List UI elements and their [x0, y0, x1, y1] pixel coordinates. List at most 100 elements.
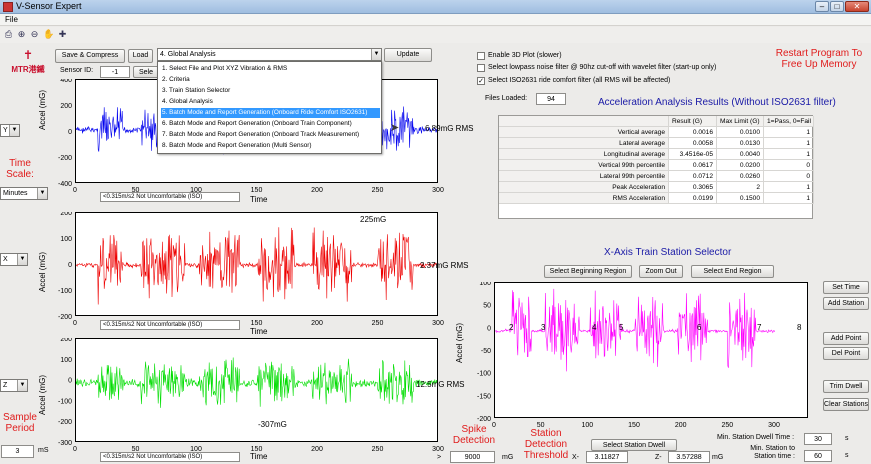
station-marker[interactable]: 6 [697, 323, 702, 332]
results-row-label: RMS Acceleration [499, 193, 669, 204]
axis-select-bottom[interactable]: Z ▼ [0, 379, 28, 392]
zoom-in-icon[interactable]: ⊕ [16, 29, 27, 40]
close-button[interactable]: ✕ [845, 1, 869, 12]
results-value: 0.0617 [669, 160, 717, 171]
zoom-out-icon[interactable]: ⊖ [29, 29, 40, 40]
restart-note[interactable]: Restart Program To Free Up Memory [770, 48, 868, 70]
station-selector-plot[interactable]: 2 3 4 5 6 7 8 [494, 282, 808, 418]
green-rms-label: 12.5mG RMS [416, 380, 465, 389]
iso-filter-label: Select ISO2631 ride comfort filter (all … [488, 77, 671, 84]
pan-icon[interactable]: ✋ [43, 29, 54, 40]
data-cursor-icon[interactable]: ✚ [57, 29, 68, 40]
red-trace-line [76, 227, 437, 305]
sensor-id-input[interactable]: -1 [100, 66, 130, 78]
save-compress-button[interactable]: Save & Compress [55, 49, 125, 63]
station-plot-y-tick: 50 [483, 303, 491, 310]
results-row-label: Lateral 99th percentile [499, 171, 669, 182]
axis-select-middle[interactable]: X ▼ [0, 253, 28, 266]
plot3-y-tick: 100 [60, 357, 72, 364]
station-selector-title: X-Axis Train Station Selector [604, 247, 732, 258]
results-pass-flag: 1 [764, 127, 814, 138]
analysis-option-7[interactable]: 7. Batch Mode and Report Generation (Onb… [161, 130, 380, 140]
select-file-button[interactable]: Sele [133, 66, 159, 78]
plot2-x-tick: 150 [251, 320, 263, 327]
axis-select-top[interactable]: Y ▼ [0, 124, 20, 137]
station-marker[interactable]: 8 [797, 323, 802, 332]
station-marker[interactable]: 2 [509, 323, 514, 332]
magenta-trace-line [495, 288, 775, 372]
analysis-option-3[interactable]: 3. Train Station Selector [161, 86, 380, 96]
plot3-x-label: Time [250, 452, 268, 461]
lateral-accel-plot[interactable] [75, 212, 438, 316]
time-scale-select[interactable]: Minutes ▼ [0, 187, 48, 200]
results-column-header: 1=Pass, 0=Fail [764, 116, 814, 127]
longitudinal-accel-plot[interactable] [75, 338, 438, 442]
magenta-trace: 2 3 4 5 6 7 8 [495, 288, 802, 372]
plot1-x-tick: 200 [311, 187, 323, 194]
spike-detection-label: Spike Detection [452, 424, 496, 446]
red-rms-label: 2.37mG RMS [420, 261, 469, 270]
print-icon[interactable]: ⎙ [3, 29, 14, 40]
results-value: 0.0199 [669, 193, 717, 204]
results-pass-flag: 0 [764, 171, 814, 182]
analysis-option-1[interactable]: 1. Select File and Plot XYZ Vibration & … [161, 64, 380, 74]
station-marker[interactable]: 5 [619, 323, 624, 332]
station-marker[interactable]: 4 [592, 323, 597, 332]
plot3-y-tick: 200 [60, 338, 72, 343]
title-bar: V-Sensor Expert – □ ✕ [0, 0, 871, 14]
sample-period-input[interactable]: 3 [1, 445, 34, 458]
results-limit: 0.0100 [717, 127, 764, 138]
station-plot-x-tick: 250 [721, 422, 733, 429]
plot1-y-label: Accel (mG) [38, 90, 47, 130]
set-time-button[interactable]: Set Time [823, 281, 869, 294]
analysis-option-6[interactable]: 6. Batch Mode and Report Generation (Onb… [161, 119, 380, 129]
z-threshold-input[interactable]: 3.57288 [668, 451, 710, 463]
enable-3d-label: Enable 3D Plot (slower) [488, 52, 562, 59]
station-marker[interactable]: 7 [757, 323, 762, 332]
iso-filter-checkbox[interactable]: ✓ [477, 77, 485, 85]
station-plot-y-tick: -200 [477, 416, 491, 423]
plot2-y-tick: 0 [68, 262, 72, 269]
enable-3d-checkbox[interactable] [477, 52, 485, 60]
lowpass-filter-checkbox[interactable] [477, 64, 485, 72]
minimize-button[interactable]: – [815, 1, 829, 12]
plot3-y-tick: -200 [58, 419, 72, 426]
results-title: Acceleration Analysis Results (Without I… [598, 97, 836, 108]
plot1-y-tick: 400 [60, 79, 72, 84]
results-column-header: Max Limit (G) [717, 116, 764, 127]
maximize-button[interactable]: □ [830, 1, 844, 12]
min-station-input[interactable]: 60 [804, 450, 832, 462]
results-row-label: Lateral average [499, 138, 669, 149]
update-button[interactable]: Update [384, 48, 432, 62]
sample-period-label: Sample Period [3, 412, 37, 434]
select-beginning-region-button[interactable]: Select Beginning Region [544, 265, 632, 278]
results-value: 0.0058 [669, 138, 717, 149]
results-row-label: Peak Acceleration [499, 182, 669, 193]
load-button[interactable]: Load [128, 49, 153, 63]
analysis-mode-select[interactable]: 4. Global Analysis ▼ [157, 48, 382, 61]
min-dwell-input[interactable]: 30 [804, 433, 832, 445]
select-station-dwell-button[interactable]: Select Station Dwell [591, 439, 677, 451]
select-end-region-button[interactable]: Select End Region [691, 265, 774, 278]
analysis-option-2[interactable]: 2. Criteria [161, 75, 380, 85]
trim-dwell-button[interactable]: Trim Dwell [823, 380, 869, 393]
spike-threshold-input[interactable]: 9000 [450, 451, 495, 463]
plot3-y-tick: -300 [58, 440, 72, 447]
add-point-button[interactable]: Add Point [823, 332, 869, 345]
plot1-y-tick: 0 [68, 129, 72, 136]
results-value: 0.0712 [669, 171, 717, 182]
analysis-option-8[interactable]: 8. Batch Mode and Report Generation (Mul… [161, 141, 380, 151]
plot3-y-tick: 0 [68, 378, 72, 385]
station-plot-x-tick: 300 [768, 422, 780, 429]
station-marker[interactable]: 3 [541, 323, 546, 332]
zoom-out-button[interactable]: Zoom Out [639, 265, 683, 278]
clear-stations-button[interactable]: Clear Stations [823, 398, 869, 411]
add-station-button[interactable]: Add Station [823, 297, 869, 310]
plot3-y-tick: -100 [58, 398, 72, 405]
analysis-option-5[interactable]: 5. Batch Mode and Report Generation (Onb… [161, 108, 380, 118]
del-point-button[interactable]: Del Point [823, 347, 869, 360]
x-threshold-input[interactable]: 3.11827 [586, 451, 628, 463]
menu-file[interactable]: File [5, 15, 18, 24]
results-row-label: Vertical average [499, 127, 669, 138]
analysis-option-4[interactable]: 4. Global Analysis [161, 97, 380, 107]
